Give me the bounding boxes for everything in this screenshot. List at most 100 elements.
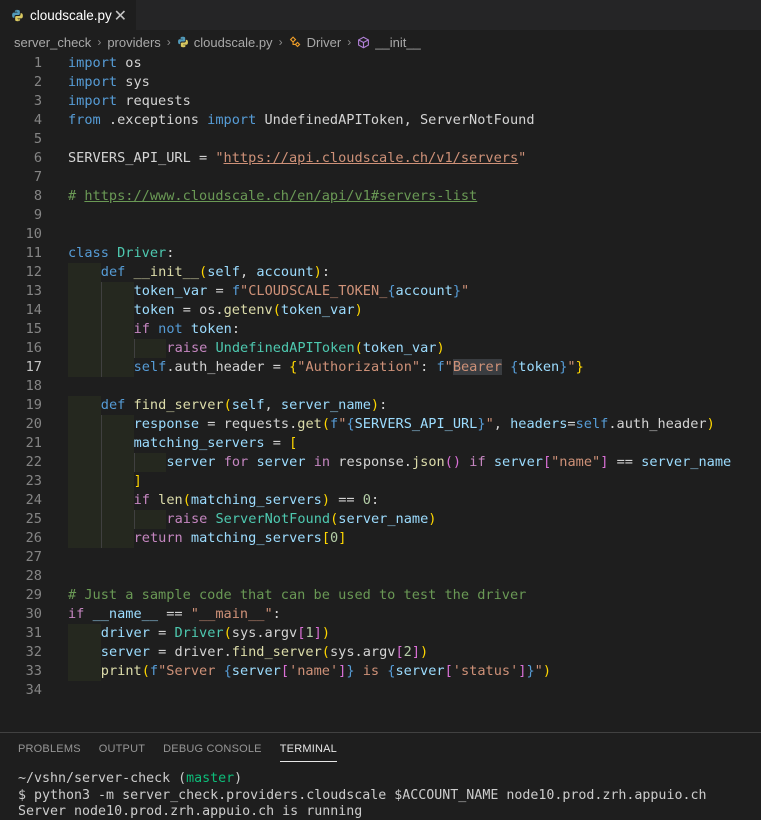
code-line[interactable]: 18	[0, 377, 761, 396]
line-number: 19	[25, 396, 42, 413]
code-text: import requests	[68, 92, 191, 111]
code-token: )	[321, 624, 330, 641]
code-line[interactable]: 21 matching_servers = [	[0, 433, 761, 453]
indent-guide	[100, 357, 102, 377]
tab-terminal[interactable]: TERMINAL	[279, 743, 337, 762]
code-text: matching_servers = [	[134, 434, 298, 453]
code-token: if	[133, 320, 150, 337]
code-line[interactable]: 12 def __init__(self, account):	[0, 263, 761, 282]
code-line[interactable]: 30 if __name__ == "__main__":	[0, 605, 761, 624]
line-number: 17	[25, 358, 42, 375]
code-token: from	[68, 111, 101, 128]
code-line[interactable]: 22 server for server in response.json() i…	[0, 452, 761, 472]
code-line[interactable]: 2 import sys	[0, 73, 761, 92]
code-text: driver = Driver(sys.argv[1])	[101, 624, 330, 643]
line-number: 23	[25, 472, 42, 489]
code-line[interactable]: 7	[0, 168, 761, 187]
code-line[interactable]: 15 if not token:	[0, 319, 761, 339]
code-line[interactable]: 4 from .exceptions import UndefinedAPITok…	[0, 111, 761, 130]
code-token: ==	[158, 605, 191, 622]
code-token: self	[207, 263, 240, 280]
code-line[interactable]: 5	[0, 130, 761, 149]
code-line[interactable]: 11 class Driver:	[0, 244, 761, 263]
code-line[interactable]: 14 token = os.getenv(token_var)	[0, 300, 761, 320]
code-line[interactable]: 34	[0, 681, 761, 700]
code-line[interactable]: 29 # Just a sample code that can be used …	[0, 586, 761, 605]
code-token: get	[297, 415, 322, 432]
close-tab-icon[interactable]: ✕	[114, 6, 127, 26]
code-token: = requests.	[199, 415, 298, 432]
code-line[interactable]: 27	[0, 548, 761, 567]
code-token: ()	[444, 453, 462, 470]
tab-output[interactable]: OUTPUT	[99, 743, 145, 762]
code-token: json	[411, 453, 445, 470]
code-token: for	[223, 453, 249, 470]
code-line[interactable]: 31 driver = Driver(sys.argv[1])	[0, 624, 761, 643]
line-number: 32	[25, 643, 42, 660]
breadcrumb-server-check[interactable]: server_check	[14, 35, 91, 50]
code-line[interactable]: 26 return matching_servers[0]	[0, 528, 761, 548]
code-line[interactable]: 33 print(f"Server {server['name']} is {se…	[0, 662, 761, 681]
breadcrumb-init[interactable]: __init__	[357, 35, 421, 50]
breadcrumb-providers[interactable]: providers	[107, 35, 160, 50]
code-line[interactable]: 16 raise UndefinedAPIToken(token_var)	[0, 338, 761, 358]
code-token: raise	[166, 339, 208, 356]
code-line[interactable]: 1 import os	[0, 54, 761, 73]
code-text: # https://www.cloudscale.ch/en/api/v1#se…	[68, 187, 477, 206]
code-token: )	[354, 301, 363, 318]
code-token: (	[223, 624, 232, 641]
code-line[interactable]: 9	[0, 206, 761, 225]
code-line[interactable]: 13 token_var = f"CLOUDSCALE_TOKEN_{accoun…	[0, 281, 761, 301]
tab-debug-console[interactable]: DEBUG CONSOLE	[163, 743, 262, 762]
code-line[interactable]: 32 server = driver.find_server(sys.argv[2…	[0, 643, 761, 662]
code-line[interactable]: 8 # https://www.cloudscale.ch/en/api/v1#s…	[0, 187, 761, 206]
code-token: server_name	[641, 453, 732, 470]
code-line[interactable]: 20 response = requests.get(f " {SERVERS_API…	[0, 414, 761, 434]
tab-cloudscale-py[interactable]: cloudscale.py ✕	[0, 0, 136, 30]
code-token: response	[133, 415, 200, 432]
code-line[interactable]: 23]	[0, 471, 761, 491]
code-token: # Just a sample code that can be used to…	[68, 586, 527, 603]
line-number: 30	[25, 605, 42, 622]
code-token: .exceptions	[100, 111, 208, 128]
line-number: 13	[25, 282, 42, 299]
code-token: ,	[493, 415, 511, 432]
code-token: ]	[411, 643, 421, 660]
indent-guide	[100, 490, 102, 510]
terminal-output[interactable]: ~/vshn/server-check (master) $ python3 -…	[18, 771, 706, 820]
code-text: raise UndefinedAPIToken(token_var)	[166, 339, 444, 358]
code-token: )	[321, 491, 331, 508]
code-token: "	[461, 282, 470, 299]
line-number: 4	[33, 111, 42, 128]
indent-guide	[133, 452, 135, 472]
code-token: )	[542, 662, 552, 679]
code-token: =	[264, 434, 290, 451]
line-number: 22	[25, 453, 42, 470]
code-line[interactable]: 28	[0, 567, 761, 586]
terminal-branch-open: (	[178, 771, 187, 786]
code-line[interactable]: 17 self.auth_header = {"Authorization": f…	[0, 357, 761, 377]
breadcrumb-cloudscale-py[interactable]: cloudscale.py	[177, 35, 273, 50]
code-line[interactable]: 6 SERVERS_API_URL = "https://api.cloudsca…	[0, 149, 761, 168]
code-token: import	[68, 54, 118, 71]
code-line[interactable]: 19 def find_server(self, server_name):	[0, 396, 761, 415]
breadcrumb-driver[interactable]: Driver	[289, 35, 341, 50]
editor-tab-bar: cloudscale.py ✕	[0, 0, 761, 30]
code-token: Driver	[117, 244, 167, 261]
code-line[interactable]: 25 raise ServerNotFound(server_name)	[0, 509, 761, 529]
line-number: 5	[33, 130, 42, 147]
code-editor[interactable]: 1 import os 2 import sys 3 import requests 4 fr…	[0, 54, 761, 732]
code-text: raise ServerNotFound(server_name)	[166, 510, 436, 529]
tab-problems[interactable]: PROBLEMS	[18, 743, 81, 762]
line-number: 25	[25, 510, 42, 527]
code-text: token = os.getenv(token_var)	[134, 301, 363, 320]
code-line[interactable]: 24 if len(matching_servers) == 0:	[0, 490, 761, 510]
code-line[interactable]: 3 import requests	[0, 92, 761, 111]
indent-guide	[133, 338, 135, 358]
code-line[interactable]: 10	[0, 225, 761, 244]
